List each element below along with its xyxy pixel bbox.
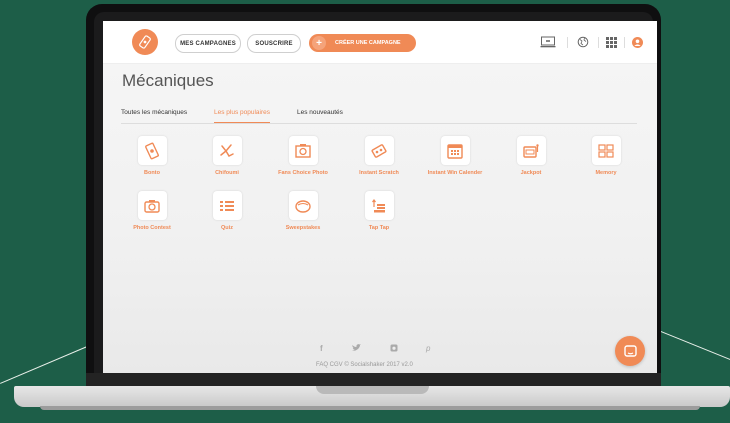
mechanic-sweepstakes[interactable]: Sweepstakes — [273, 191, 333, 241]
mechanic-label: Memory — [595, 170, 617, 176]
monitor-icon[interactable] — [537, 34, 559, 50]
grid-icon[interactable] — [603, 34, 619, 50]
photo-frame-icon — [288, 136, 318, 165]
mechanic-tap-tap[interactable]: Tap Tap — [349, 191, 409, 241]
mechanic-quiz[interactable]: Quiz — [197, 191, 257, 241]
mechanic-memory[interactable]: Memory — [576, 136, 636, 186]
laptop-notch — [316, 386, 429, 394]
tab-new[interactable]: Les nouveautés — [297, 109, 343, 122]
mechanic-label: Instant Win Calender — [427, 170, 483, 176]
mechanics-tabs: Toutes les mécaniques Les plus populaire… — [121, 109, 637, 124]
mechanic-label: Bonto — [144, 170, 160, 176]
bowl-icon — [288, 191, 318, 220]
top-navigation: MES CAMPAGNES SOUSCRIRE + CRÉER UNE CAMP… — [103, 21, 657, 64]
mechanic-label: Tap Tap — [368, 225, 390, 231]
divider — [624, 37, 625, 48]
user-icon[interactable] — [629, 34, 645, 50]
hand-icon — [212, 136, 242, 165]
tab-all-mechanics[interactable]: Toutes les mécaniques — [121, 109, 187, 122]
slot-machine-icon — [516, 136, 546, 165]
chat-button[interactable] — [615, 336, 645, 366]
app-screen: MES CAMPAGNES SOUSCRIRE + CRÉER UNE CAMP… — [103, 21, 657, 373]
mechanic-instant-scratch[interactable]: Instant Scratch — [349, 136, 409, 186]
quiz-list-icon — [212, 191, 242, 220]
divider — [598, 37, 599, 48]
chat-icon — [623, 344, 637, 357]
camera-icon — [137, 191, 167, 220]
twitter-icon[interactable] — [352, 344, 361, 354]
mechanic-label: Instant Scratch — [359, 170, 399, 176]
mechanic-fans-choice-photo[interactable]: Fans Choice Photo — [273, 136, 333, 186]
background-line-right — [655, 329, 730, 362]
nav-mes-campagnes[interactable]: MES CAMPAGNES — [175, 34, 241, 53]
pinterest-icon[interactable]: p — [426, 344, 430, 353]
mechanic-label: Jackpot — [520, 170, 542, 176]
mechanic-label: Sweepstakes — [285, 225, 321, 231]
social-links: f p — [318, 344, 438, 354]
divider — [567, 37, 568, 48]
mechanic-instant-win-calender[interactable]: Instant Win Calender — [425, 136, 485, 186]
mechanic-chifoumi[interactable]: Chifoumi — [197, 136, 257, 186]
mechanic-bonto[interactable]: Bonto — [122, 136, 182, 186]
nav-souscrire[interactable]: SOUSCRIRE — [247, 34, 301, 53]
background-line-left — [0, 343, 93, 384]
laptop-base-bottom — [40, 406, 700, 410]
scratch-ticket-icon — [364, 136, 394, 165]
create-campaign-button[interactable]: + CRÉER UNE CAMPAGNE — [309, 34, 416, 52]
socialshaker-logo[interactable] — [132, 29, 158, 55]
footer-links: FAQ CGV © Socialshaker 2017 v2.0 — [316, 362, 413, 368]
mechanic-label: Chifoumi — [215, 170, 239, 176]
globe-icon[interactable] — [574, 34, 592, 50]
mechanic-photo-contest[interactable]: Photo Contest — [122, 191, 182, 241]
tap-coins-icon — [364, 191, 394, 220]
tab-most-popular[interactable]: Les plus populaires — [214, 109, 271, 123]
mechanic-label: Fans Choice Photo — [278, 170, 328, 176]
logo-icon — [139, 35, 151, 49]
ticket-icon — [137, 136, 167, 165]
facebook-icon[interactable]: f — [320, 344, 323, 353]
memory-grid-icon — [591, 136, 621, 165]
mechanic-label: Quiz — [221, 225, 233, 231]
create-campaign-label: CRÉER UNE CAMPAGNE — [335, 40, 401, 46]
calendar-icon — [440, 136, 470, 165]
instagram-icon[interactable] — [390, 344, 398, 354]
plus-icon: + — [312, 36, 326, 50]
mechanic-jackpot[interactable]: Jackpot — [501, 136, 561, 186]
page-title: Mécaniques — [122, 71, 214, 90]
mechanic-label: Photo Contest — [133, 225, 171, 231]
